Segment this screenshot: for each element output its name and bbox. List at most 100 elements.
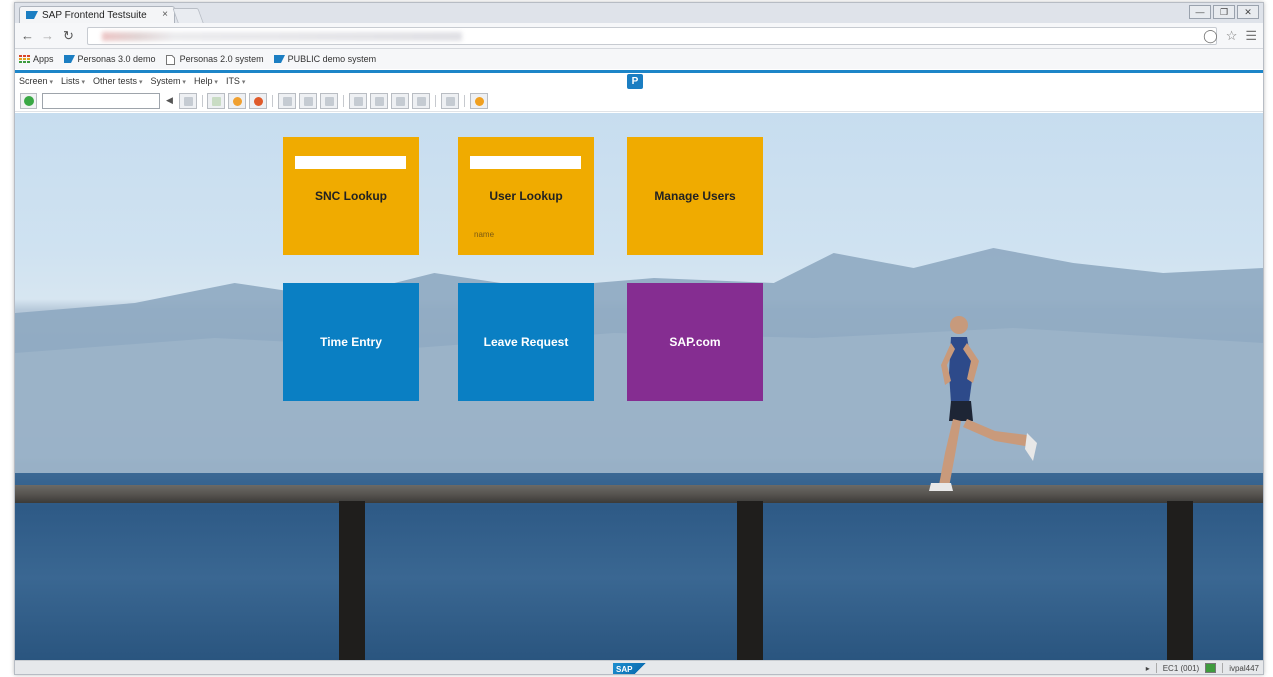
back-nav-icon	[211, 96, 221, 106]
last-page-icon	[416, 96, 426, 106]
bookmark-personas-2[interactable]: Personas 2.0 system	[165, 54, 264, 65]
pier-deck	[15, 485, 1263, 503]
tab-title: SAP Frontend Testsuite	[42, 9, 147, 21]
browser-window: SAP Frontend Testsuite × — ❐ ✕ ← → ↻ ◯ ☆…	[14, 2, 1264, 675]
tile-leave-request[interactable]: Leave Request	[458, 283, 594, 401]
command-history-icon[interactable]: ◀	[166, 95, 173, 106]
bookmark-label: Personas 3.0 demo	[77, 54, 156, 64]
restore-icon[interactable]: ❐	[1213, 5, 1235, 19]
last-page-button[interactable]	[412, 93, 430, 109]
bookmark-label: PUBLIC demo system	[287, 54, 377, 64]
system-info: EC1 (001)	[1162, 663, 1200, 673]
tile-label: User Lookup	[489, 189, 563, 203]
bookmark-label: Apps	[33, 54, 54, 64]
find-next-button[interactable]	[320, 93, 338, 109]
apps-grid-icon	[19, 55, 30, 63]
pier-post	[339, 501, 365, 660]
pier-post	[1167, 501, 1193, 660]
cancel-icon	[253, 96, 263, 106]
bookmark-apps[interactable]: Apps	[19, 54, 54, 64]
tile-label: Time Entry	[320, 335, 382, 349]
page-icon	[165, 55, 177, 65]
window-controls: — ❐ ✕	[1189, 5, 1259, 19]
tile-label: Manage Users	[654, 189, 736, 203]
toolbar-separator	[202, 95, 203, 107]
print-icon	[282, 96, 292, 106]
menu-screen[interactable]: Screen	[19, 76, 53, 86]
tile-snc-lookup[interactable]: SNC Lookup	[283, 137, 419, 255]
new-session-button[interactable]	[441, 93, 459, 109]
sap-logo: SAP	[613, 663, 647, 674]
close-window-icon[interactable]: ✕	[1237, 5, 1259, 19]
back-button[interactable]	[207, 93, 225, 109]
reload-icon[interactable]: ↻	[63, 28, 74, 44]
status-bar: SAP ▸ EC1 (001) ivpal447	[15, 660, 1263, 674]
pier-post	[737, 501, 763, 660]
status-info: ▸ EC1 (001) ivpal447	[1146, 663, 1259, 673]
first-page-button[interactable]	[349, 93, 367, 109]
previous-page-icon	[374, 96, 384, 106]
new-session-icon	[445, 96, 455, 106]
sap-bookmark-icon	[273, 55, 285, 63]
back-icon[interactable]: ←	[21, 28, 34, 43]
launchpad-canvas: SNC Lookup User Lookup name Manage Users…	[15, 113, 1263, 660]
user-lookup-input[interactable]	[470, 156, 581, 169]
expand-status-icon[interactable]: ▸	[1146, 664, 1150, 673]
new-tab-button[interactable]	[172, 8, 204, 23]
toolbar-separator	[272, 95, 273, 107]
status-separator	[1222, 663, 1224, 673]
menu-its[interactable]: ITS	[226, 76, 245, 86]
bookmark-public-demo[interactable]: PUBLIC demo system	[273, 54, 377, 64]
runner-figure	[929, 316, 1037, 491]
check-icon	[23, 96, 34, 106]
server-name: ivpal447	[1229, 663, 1259, 673]
sap-toolbar: ◀	[15, 90, 1263, 112]
previous-page-button[interactable]	[370, 93, 388, 109]
bookmark-star-icon[interactable]: ☆	[1226, 28, 1238, 44]
address-bar[interactable]	[87, 27, 1217, 45]
toolbar-separator	[343, 95, 344, 107]
enter-button[interactable]	[20, 93, 37, 109]
exit-button[interactable]	[228, 93, 246, 109]
exit-icon	[232, 96, 242, 106]
save-icon	[183, 96, 193, 106]
command-field[interactable]	[42, 93, 160, 109]
bookmark-personas-3[interactable]: Personas 3.0 demo	[63, 54, 156, 64]
bookmarks-bar: Apps Personas 3.0 demo Personas 2.0 syst…	[15, 49, 1263, 69]
tile-manage-users[interactable]: Manage Users	[627, 137, 763, 255]
sap-favicon-icon	[26, 11, 38, 19]
help-icon	[474, 96, 484, 106]
menu-help[interactable]: Help	[194, 76, 218, 86]
tile-sublabel: name	[474, 230, 495, 239]
find-icon	[303, 96, 313, 106]
menu-icon[interactable]: ☰	[1245, 28, 1257, 44]
extension-icon[interactable]: ◯	[1203, 28, 1218, 44]
browser-tab[interactable]: SAP Frontend Testsuite ×	[19, 6, 175, 23]
first-page-icon	[353, 96, 363, 106]
status-separator	[1155, 663, 1157, 673]
menu-system[interactable]: System	[150, 76, 185, 86]
save-button[interactable]	[179, 93, 197, 109]
menu-lists[interactable]: Lists	[61, 76, 85, 86]
snc-lookup-input[interactable]	[295, 156, 406, 169]
next-page-icon	[395, 96, 405, 106]
find-button[interactable]	[299, 93, 317, 109]
sap-bookmark-icon	[63, 55, 75, 63]
cancel-button[interactable]	[249, 93, 267, 109]
menu-other-tests[interactable]: Other tests	[93, 76, 142, 86]
tab-close-icon[interactable]: ×	[162, 9, 168, 20]
toolbar-right-icons: ◯ ☆ ☰	[1203, 28, 1257, 44]
personas-icon[interactable]: P	[627, 74, 643, 89]
help-button[interactable]	[470, 93, 488, 109]
system-status-icon[interactable]	[1205, 663, 1217, 673]
tile-user-lookup[interactable]: User Lookup name	[458, 137, 594, 255]
forward-icon[interactable]: →	[41, 28, 54, 43]
bookmark-label: Personas 2.0 system	[179, 54, 264, 64]
next-page-button[interactable]	[391, 93, 409, 109]
tile-label: Leave Request	[483, 335, 569, 349]
blurred-url	[102, 32, 462, 41]
print-button[interactable]	[278, 93, 296, 109]
tile-time-entry[interactable]: Time Entry	[283, 283, 419, 401]
tile-sap-com[interactable]: SAP.com	[627, 283, 763, 401]
minimize-icon[interactable]: —	[1189, 5, 1211, 19]
